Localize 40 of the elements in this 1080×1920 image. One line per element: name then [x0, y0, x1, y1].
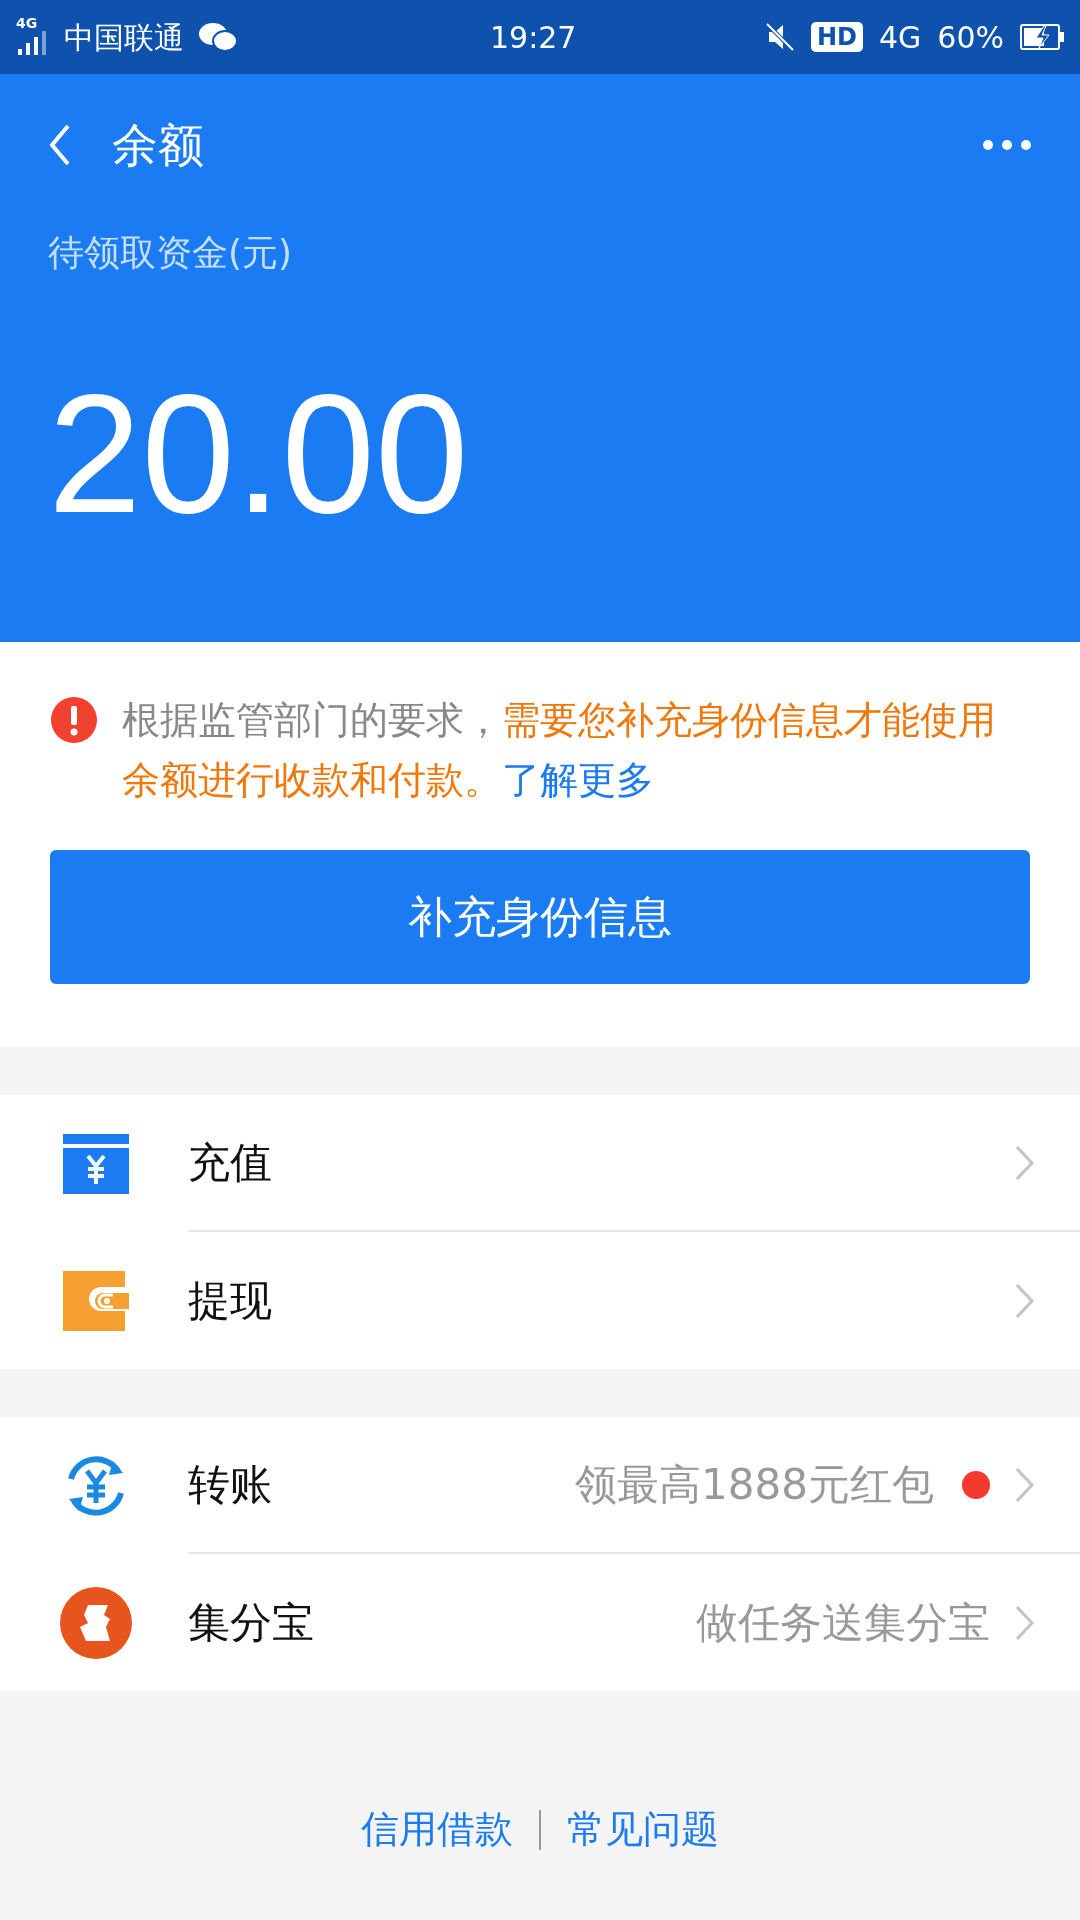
menu-label: 转账: [188, 1459, 272, 1511]
battery-charging-icon: [1020, 24, 1064, 50]
recharge-icon: [63, 1133, 129, 1194]
chevron-right-icon: [1014, 1603, 1036, 1642]
footer-link[interactable]: 信用借款: [361, 1801, 513, 1858]
page-title: 余额: [112, 116, 204, 174]
battery-percent: 60%: [937, 18, 1004, 57]
menu-row[interactable]: 提现: [0, 1232, 1080, 1369]
chevron-right-icon: [1014, 1281, 1036, 1320]
signal-label: 4G: [16, 14, 38, 33]
mute-icon: [764, 22, 795, 52]
chevron-right-icon: [1014, 1143, 1036, 1182]
menu-hint: 领最高1888元红包: [575, 1459, 934, 1511]
menu-hint: 做任务送集分宝: [696, 1597, 990, 1649]
wallet-icon: [63, 1270, 129, 1331]
signal-icon: [16, 29, 48, 55]
carrier-name: 中国联通: [64, 18, 184, 57]
network-type: 4G: [878, 18, 922, 57]
back-button[interactable]: [48, 123, 72, 167]
chevron-right-icon: [1014, 1465, 1036, 1504]
more-button[interactable]: [982, 139, 1032, 151]
menu-label: 集分宝: [188, 1597, 314, 1649]
hd-badge: HD: [810, 22, 863, 52]
menu-row[interactable]: 充值: [0, 1095, 1080, 1232]
menu-row[interactable]: 转账 领最高1888元红包: [0, 1417, 1080, 1554]
chat-bubbles-icon: [198, 21, 238, 53]
balance-amount: 20.00: [48, 370, 470, 538]
menu-label: 充值: [188, 1137, 272, 1189]
notice-text: 根据监管部门的要求，需要您补充身份信息才能使用余额进行收款和付款。了解更多: [122, 697, 997, 804]
back-icon: [48, 123, 72, 167]
verify-identity-button[interactable]: 补充身份信息: [50, 850, 1030, 984]
more-icon: [982, 139, 1032, 151]
menu-row[interactable]: 集分宝 做任务送集分宝: [0, 1554, 1080, 1691]
footer-link[interactable]: 常见问题: [567, 1801, 719, 1858]
points-icon: [60, 1586, 132, 1659]
status-time: 19:27: [490, 18, 577, 57]
learn-more-link[interactable]: 了解更多: [502, 758, 654, 802]
warning-icon: [50, 696, 98, 744]
menu-label: 提现: [188, 1275, 272, 1327]
balance-label: 待领取资金(元): [48, 231, 294, 275]
